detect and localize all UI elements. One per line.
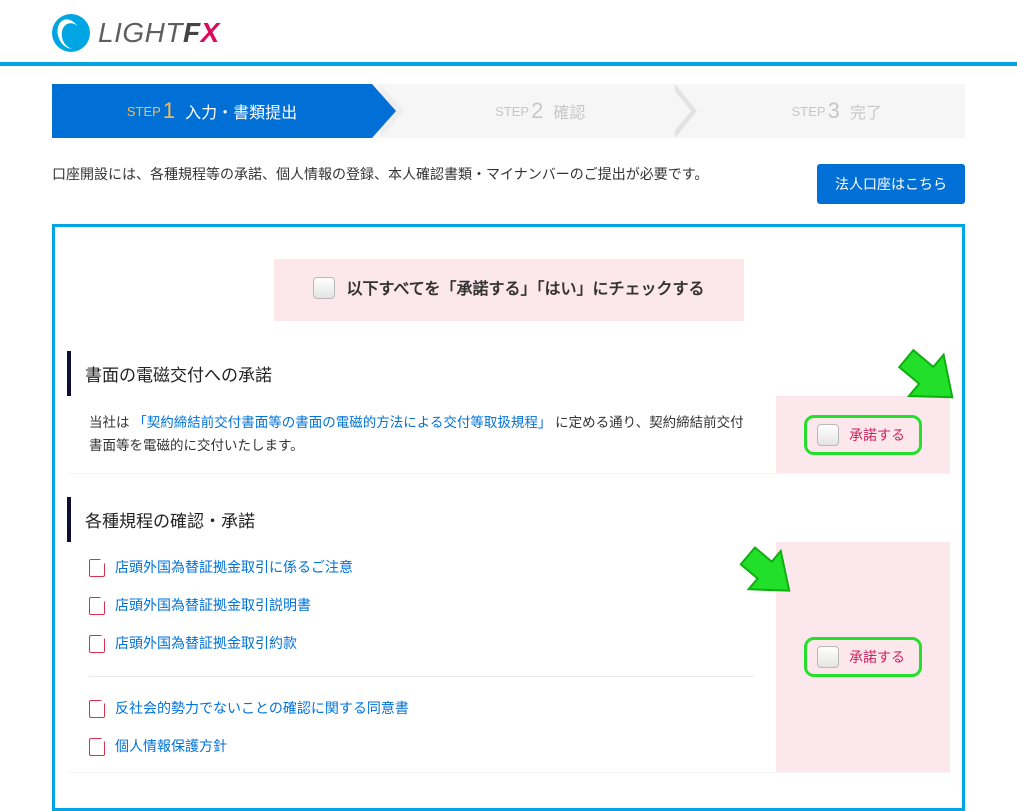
step-3: STEP 3 完了 <box>669 84 966 138</box>
step-2-step-label: STEP <box>495 104 529 119</box>
master-consent-label: 以下すべてを「承諾する」「はい」にチェックする <box>347 277 705 303</box>
step-1-active: STEP 1 入力・書類提出 <box>52 84 372 138</box>
doc-list-b: 反社会的勢力でないことの確認に関する同意書 個人情報保護方針 <box>67 683 776 773</box>
section-2-accept[interactable]: 承諾する <box>804 637 922 677</box>
pdf-icon <box>89 597 105 615</box>
pdf-icon <box>89 700 105 718</box>
step-3-number: 3 <box>828 98 840 124</box>
section-2-accept-label: 承諾する <box>849 647 905 667</box>
step-1-step-label: STEP <box>127 104 161 119</box>
step-2: STEP 2 確認 <box>372 84 669 138</box>
list-item: 店頭外国為替証拠金取引約款 <box>89 632 754 656</box>
list-item: 反社会的勢力でないことの確認に関する同意書 <box>89 697 754 721</box>
logo-text-b: F <box>183 17 201 48</box>
pdf-icon <box>89 559 105 577</box>
step-3-title: 完了 <box>850 99 882 123</box>
doc-link[interactable]: 反社会的勢力でないことの確認に関する同意書 <box>115 697 409 721</box>
doc-link[interactable]: 店頭外国為替証拠金取引説明書 <box>115 594 311 618</box>
section-1-accept[interactable]: 承諾する <box>804 415 922 455</box>
section-2-accept-area: 承諾する <box>776 542 950 772</box>
list-item: 店頭外国為替証拠金取引に係るご注意 <box>89 556 754 580</box>
step-2-title: 確認 <box>553 99 585 123</box>
section-1-body: 当社は 「契約締結前交付書面等の書面の電磁的方法による交付等取扱規程」 に定める… <box>67 396 776 474</box>
section-1-accept-label: 承諾する <box>849 425 905 445</box>
list-item: 個人情報保護方針 <box>89 735 754 759</box>
pdf-icon <box>89 635 105 653</box>
section-regulations: 各種規程の確認・承諾 店頭外国為替証拠金取引に係るご注意 店頭外国為替証拠金取引… <box>67 497 950 772</box>
corporate-account-button[interactable]: 法人口座はこちら <box>817 164 965 204</box>
master-consent-checkbox[interactable] <box>313 277 335 299</box>
stepper: STEP 1 入力・書類提出 STEP 2 確認 STEP 3 完了 <box>52 84 965 138</box>
logo-text: LIGHTFX <box>98 17 220 49</box>
master-consent-banner: 以下すべてを「承諾する」「はい」にチェックする <box>274 259 744 321</box>
step-2-number: 2 <box>531 98 543 124</box>
section-1-heading: 書面の電磁交付への承諾 <box>67 351 950 396</box>
consent-frame: 以下すべてを「承諾する」「はい」にチェックする 書面の電磁交付への承諾 当社は … <box>52 224 965 811</box>
logo-text-a: LIGHT <box>98 17 183 48</box>
step-1-number: 1 <box>163 98 175 124</box>
doc-list-a: 店頭外国為替証拠金取引に係るご注意 店頭外国為替証拠金取引説明書 店頭外国為替証… <box>67 542 776 669</box>
section-2-accept-checkbox[interactable] <box>817 646 839 668</box>
step-1-title: 入力・書類提出 <box>185 99 297 123</box>
electronic-delivery-regulation-link[interactable]: 「契約締結前交付書面等の書面の電磁的方法による交付等取扱規程」 <box>133 415 551 430</box>
intro-text: 口座開設には、各種規程等の承諾、個人情報の登録、本人確認書類・マイナンバーのご提… <box>52 164 708 184</box>
logo-mark-icon <box>52 14 90 52</box>
doc-link[interactable]: 店頭外国為替証拠金取引に係るご注意 <box>115 556 353 580</box>
pdf-icon <box>89 738 105 756</box>
doc-link[interactable]: 個人情報保護方針 <box>115 735 227 759</box>
doc-link[interactable]: 店頭外国為替証拠金取引約款 <box>115 632 297 656</box>
step-3-step-label: STEP <box>792 104 826 119</box>
logo: LIGHTFX <box>0 0 1017 62</box>
section-1-text-pre: 当社は <box>89 415 130 430</box>
section-2-body: 店頭外国為替証拠金取引に係るご注意 店頭外国為替証拠金取引説明書 店頭外国為替証… <box>67 542 776 772</box>
section-1-accept-checkbox[interactable] <box>817 424 839 446</box>
logo-text-c: X <box>201 17 220 48</box>
section-2-heading: 各種規程の確認・承諾 <box>67 497 950 542</box>
intro-row: 口座開設には、各種規程等の承諾、個人情報の登録、本人確認書類・マイナンバーのご提… <box>52 164 965 204</box>
divider <box>89 676 754 677</box>
section-electronic-delivery: 書面の電磁交付への承諾 当社は 「契約締結前交付書面等の書面の電磁的方法による交… <box>67 351 950 474</box>
green-arrow-icon <box>732 537 802 607</box>
green-arrow-icon <box>888 337 966 415</box>
list-item: 店頭外国為替証拠金取引説明書 <box>89 594 754 618</box>
